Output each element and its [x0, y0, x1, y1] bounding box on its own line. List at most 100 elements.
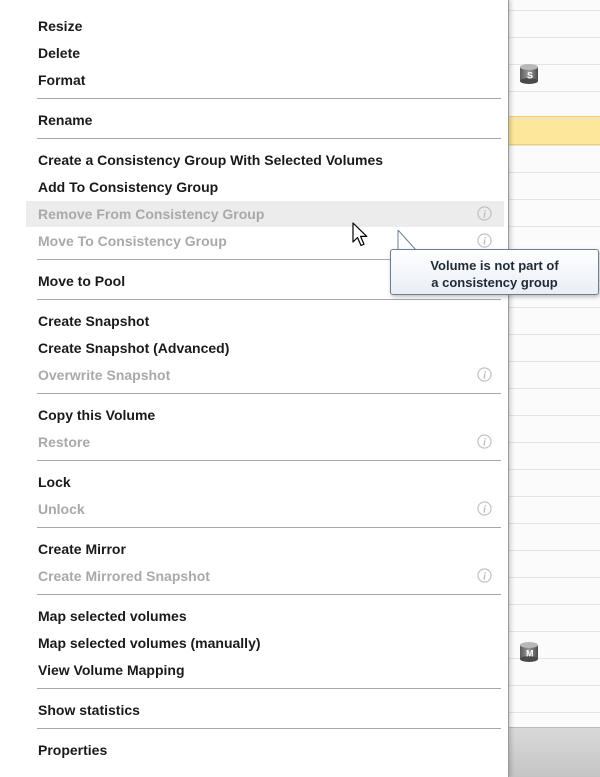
tooltip-pointer — [397, 230, 418, 251]
menu-item-map-selected-volumes-manually[interactable]: Map selected volumes (manually) — [26, 630, 504, 656]
volume-cylinder-icon: S — [520, 64, 538, 84]
menu-item-create-snapshot-advanced[interactable]: Create Snapshot (Advanced) — [26, 335, 504, 361]
mouse-cursor-icon — [352, 222, 368, 247]
menu-item-label: Create Mirror — [38, 541, 126, 557]
table-row-divider — [500, 10, 600, 11]
svg-text:i: i — [483, 437, 486, 448]
menu-separator — [37, 688, 501, 689]
menu-item-restore[interactable]: Restore i — [26, 429, 504, 455]
info-icon[interactable]: i — [477, 501, 492, 516]
menu-separator — [37, 460, 501, 461]
menu-item-delete[interactable]: Delete — [26, 40, 504, 66]
menu-separator — [37, 138, 501, 139]
menu-item-create-mirrored-snapshot[interactable]: Create Mirrored Snapshot i — [26, 563, 504, 589]
table-row-divider — [500, 631, 600, 632]
menu-item-label: Overwrite Snapshot — [38, 367, 171, 383]
menu-item-create-snapshot[interactable]: Create Snapshot — [26, 308, 504, 334]
volume-badge-m: M — [526, 649, 534, 659]
table-row-divider — [500, 91, 600, 92]
menu-item-unlock[interactable]: Unlock i — [26, 496, 504, 522]
table-row-divider — [500, 712, 600, 713]
menu-item-create-mirror[interactable]: Create Mirror — [26, 536, 504, 562]
table-row-divider — [500, 307, 600, 308]
table-row-divider — [500, 685, 600, 686]
menu-separator — [37, 728, 501, 729]
table-row-divider — [500, 577, 600, 578]
disabled-reason-tooltip: Volume is not part of a consistency grou… — [390, 249, 599, 295]
table-row-divider — [500, 415, 600, 416]
menu-item-view-volume-mapping[interactable]: View Volume Mapping — [26, 657, 504, 683]
menu-item-format[interactable]: Format — [26, 67, 504, 93]
menu-item-label: Create Mirrored Snapshot — [38, 568, 210, 584]
table-row-divider — [500, 658, 600, 659]
menu-item-label: Restore — [38, 434, 91, 450]
menu-item-label: Rename — [38, 112, 93, 128]
table-row-divider — [500, 388, 600, 389]
menu-item-label: Move to Pool — [38, 273, 126, 289]
tooltip-line-1: Volume is not part of — [430, 258, 559, 273]
table-row-divider — [500, 118, 600, 119]
menu-item-label: Create Snapshot (Advanced) — [38, 340, 230, 356]
menu-item-label: Show statistics — [38, 702, 140, 718]
info-icon[interactable]: i — [477, 568, 492, 583]
menu-item-label: Delete — [38, 45, 81, 61]
menu-separator — [37, 299, 501, 300]
menu-separator — [37, 98, 501, 99]
svg-text:i: i — [483, 236, 486, 247]
svg-text:i: i — [483, 504, 486, 515]
menu-item-properties[interactable]: Properties — [26, 737, 504, 763]
menu-item-label: Map selected volumes — [38, 608, 187, 624]
svg-text:i: i — [483, 370, 486, 381]
menu-item-show-statistics[interactable]: Show statistics — [26, 697, 504, 723]
tooltip-line-2: a consistency group — [431, 275, 558, 290]
volume-context-menu: Resize Delete Format Rename Create a Consist… — [0, 0, 509, 777]
menu-item-create-a-consistency-group-with-selected-volumes[interactable]: Create a Consistency Group With Selected… — [26, 147, 504, 173]
menu-item-label: Create Snapshot — [38, 313, 150, 329]
svg-text:i: i — [483, 571, 486, 582]
info-icon[interactable]: i — [477, 367, 492, 382]
menu-separator — [37, 527, 501, 528]
volume-badge-s: S — [527, 71, 533, 81]
info-icon[interactable]: i — [477, 233, 492, 248]
menu-item-label: Add To Consistency Group — [38, 179, 219, 195]
volume-table-background — [500, 0, 600, 777]
table-footer — [500, 727, 600, 777]
menu-item-label: Resize — [38, 18, 83, 34]
menu-item-lock[interactable]: Lock — [26, 469, 504, 495]
table-row-divider — [500, 64, 600, 65]
svg-text:i: i — [483, 209, 486, 220]
menu-item-remove-from-consistency-group[interactable]: Remove From Consistency Group i — [26, 201, 504, 227]
menu-item-resize[interactable]: Resize — [26, 13, 504, 39]
tooltip-text: Volume is not part of a consistency grou… — [391, 257, 598, 291]
menu-separator — [37, 594, 501, 595]
table-row-divider — [500, 523, 600, 524]
menu-item-label: Properties — [38, 742, 108, 758]
table-row-divider — [500, 37, 600, 38]
info-icon[interactable]: i — [477, 206, 492, 221]
selected-row-highlight — [500, 116, 600, 145]
table-row-divider — [500, 442, 600, 443]
table-row-divider — [500, 199, 600, 200]
menu-item-label: Unlock — [38, 501, 85, 517]
menu-item-overwrite-snapshot[interactable]: Overwrite Snapshot i — [26, 362, 504, 388]
table-row-divider — [500, 145, 600, 146]
menu-item-copy-this-volume[interactable]: Copy this Volume — [26, 402, 504, 428]
menu-item-label: Move To Consistency Group — [38, 233, 227, 249]
table-row-divider — [500, 469, 600, 470]
menu-item-add-to-consistency-group[interactable]: Add To Consistency Group — [26, 174, 504, 200]
table-row-divider — [500, 550, 600, 551]
table-row-divider — [500, 172, 600, 173]
table-row-divider — [500, 604, 600, 605]
menu-item-label: Copy this Volume — [38, 407, 156, 423]
menu-separator — [37, 393, 501, 394]
menu-item-label: View Volume Mapping — [38, 662, 185, 678]
volume-cylinder-icon: M — [520, 642, 538, 662]
menu-item-rename[interactable]: Rename — [26, 107, 504, 133]
menu-item-label: Create a Consistency Group With Selected… — [38, 152, 384, 168]
menu-item-label: Lock — [38, 474, 71, 490]
menu-item-label: Remove From Consistency Group — [38, 206, 265, 222]
table-row-divider — [500, 361, 600, 362]
menu-item-map-selected-volumes[interactable]: Map selected volumes — [26, 603, 504, 629]
info-icon[interactable]: i — [477, 434, 492, 449]
table-row-divider — [500, 496, 600, 497]
